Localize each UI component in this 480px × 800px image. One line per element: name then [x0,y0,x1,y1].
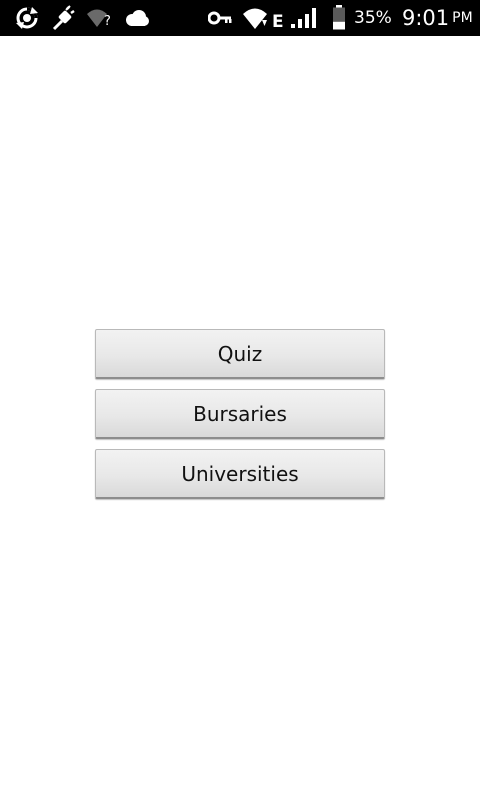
universities-button[interactable]: Universities [95,449,385,499]
clock: 9:01 PM [402,0,473,36]
status-bar: ? E 35% 9:01 PM [0,0,480,36]
wifi-badge: ? [104,13,111,29]
battery-icon [332,0,346,36]
usb-debug-icon [50,0,76,36]
clock-ampm: PM [452,10,473,26]
clock-time: 9:01 [402,6,450,30]
signal-icon [290,0,318,36]
vpn-key-icon [208,0,232,36]
wifi-unknown-icon: ? [86,0,111,36]
main-menu: Quiz Bursaries Universities [95,329,385,509]
bursaries-button[interactable]: Bursaries [95,389,385,439]
cloud-icon [124,0,150,36]
quiz-button[interactable]: Quiz [95,329,385,379]
battery-percent: 35% [354,8,392,28]
sync-icon [14,0,40,36]
network-type-label: E [272,12,284,32]
wifi-icon [242,0,268,36]
